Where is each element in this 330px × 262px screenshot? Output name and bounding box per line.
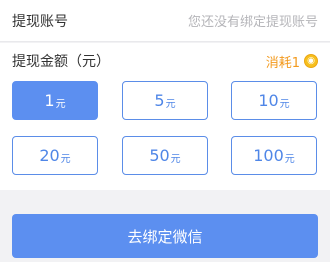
amount-option-value: 100 (253, 146, 284, 165)
amount-section: 提现金额（元） 消耗1 ◉ 1 元 5 元 10 元 20 元 50 元 100… (0, 43, 330, 190)
amount-option-20[interactable]: 20 元 (12, 136, 98, 175)
amount-option-10[interactable]: 10 元 (231, 81, 317, 120)
amount-option-value: 20 (39, 146, 60, 165)
amount-option-unit: 元 (165, 99, 176, 110)
amount-option-1[interactable]: 1 元 (12, 81, 98, 120)
amount-option-unit: 元 (170, 154, 181, 165)
withdraw-account-row[interactable]: 提现账号 您还没有绑定提现账号 (0, 0, 330, 42)
amount-option-value: 5 (154, 91, 165, 110)
amount-title: 提现金额（元） (12, 54, 110, 70)
withdraw-account-label: 提现账号 (12, 13, 68, 30)
amount-header: 提现金额（元） 消耗1 ◉ (12, 43, 318, 79)
bind-wechat-button[interactable]: 去绑定微信 (12, 214, 318, 258)
amount-option-unit: 元 (55, 99, 66, 110)
cost-label: 消耗1 (265, 55, 300, 71)
amount-option-unit: 元 (279, 99, 290, 110)
amount-option-value: 10 (258, 91, 279, 110)
coin-icon: ◉ (304, 54, 318, 68)
amount-option-value: 1 (44, 91, 55, 110)
amount-option-50[interactable]: 50 元 (122, 136, 208, 175)
withdraw-account-hint: 您还没有绑定提现账号 (187, 15, 318, 30)
amount-option-5[interactable]: 5 元 (122, 81, 208, 120)
amount-option-unit: 元 (284, 154, 295, 165)
amount-option-value: 50 (149, 146, 170, 165)
amount-option-100[interactable]: 100 元 (231, 136, 317, 175)
cost-indicator: 消耗1 ◉ (266, 52, 318, 71)
amount-option-unit: 元 (60, 154, 71, 165)
